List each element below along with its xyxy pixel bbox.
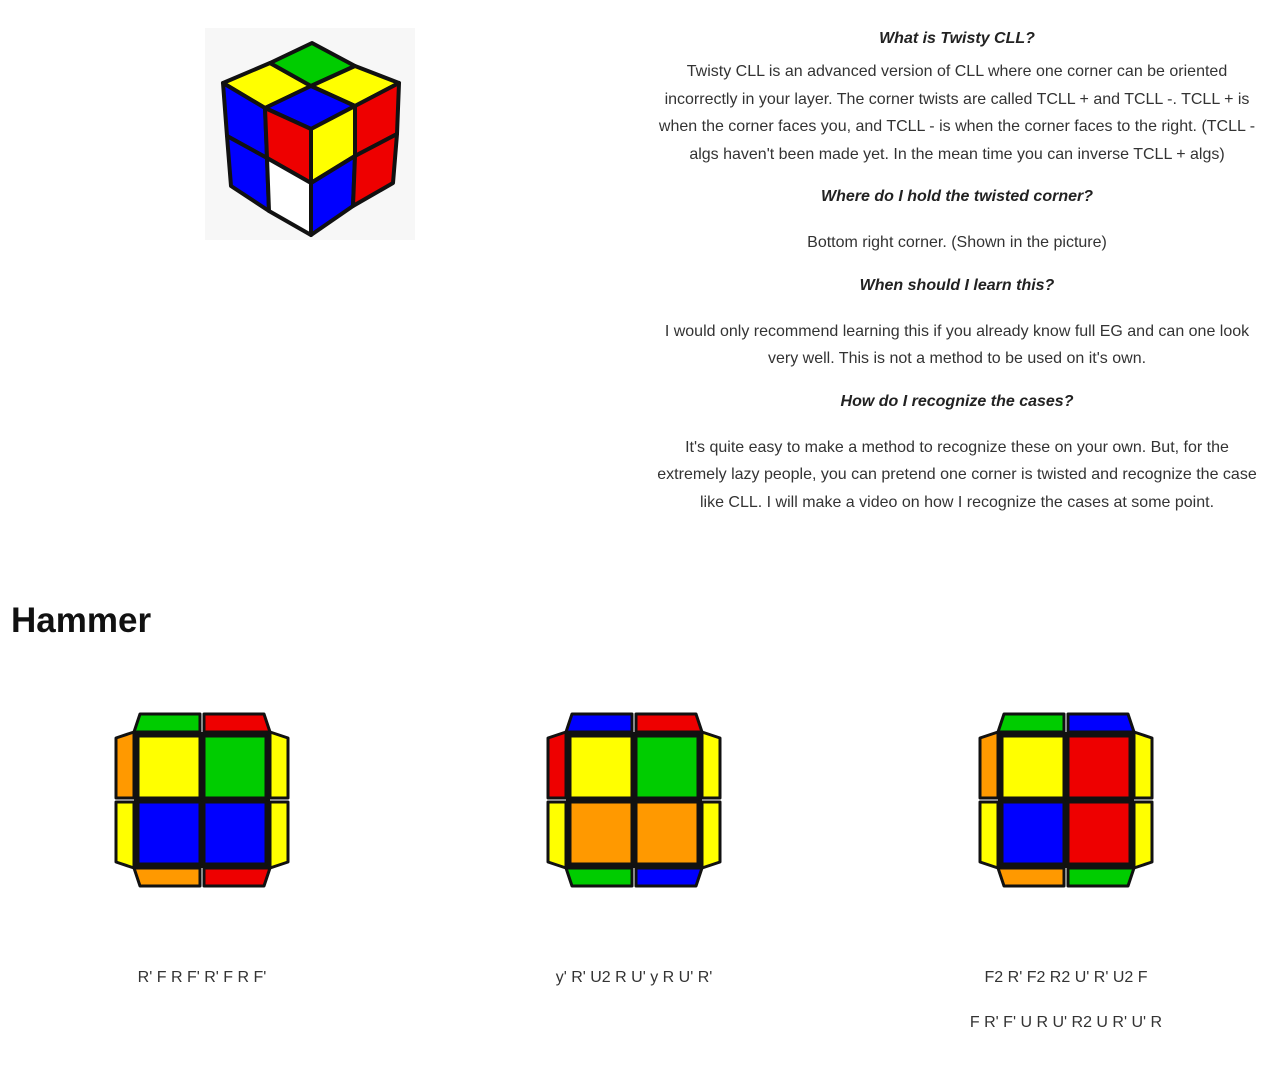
back-sticker	[132, 712, 202, 734]
left-sticker	[978, 730, 1000, 800]
faq-answer: Bottom right corner. (Shown in the pictu…	[807, 234, 1107, 251]
right-sticker	[1132, 800, 1154, 870]
top-sticker	[1000, 800, 1066, 866]
top-sticker	[568, 800, 634, 866]
case-card: R' F R F' R' F R F'	[0, 712, 412, 988]
top-sticker	[568, 734, 634, 800]
case-algorithm-alt: F R' F' U R U' R2 U R' U' R	[969, 1014, 1163, 1031]
back-sticker	[1066, 712, 1136, 734]
front-sticker	[634, 866, 704, 888]
top-sticker	[1000, 734, 1066, 800]
right-sticker	[268, 800, 290, 870]
right-sticker	[1132, 730, 1154, 800]
case-card: F2 R' F2 R2 U' R' U2 F F R' F' U R U' R2…	[856, 712, 1276, 1033]
case-diagram	[114, 712, 290, 888]
front-sticker	[132, 866, 202, 888]
faq-answer: Twisty CLL is an advanced version of CLL…	[658, 63, 1256, 163]
faq-question: When should I learn this?	[859, 276, 1055, 294]
left-sticker	[114, 800, 136, 870]
top-sticker	[1066, 734, 1132, 800]
front-sticker	[202, 866, 272, 888]
right-sticker	[700, 730, 722, 800]
top-sticker	[1066, 800, 1132, 866]
top-sticker	[634, 800, 700, 866]
case-diagram	[546, 712, 722, 888]
twisted-corner-cube-image	[205, 28, 415, 240]
faq-question: What is Twisty CLL?	[879, 30, 1035, 47]
faq-answer: I would only recommend learning this if …	[664, 322, 1250, 368]
case-algorithm: F2 R' F2 R2 U' R' U2 F	[984, 969, 1148, 986]
top-sticker	[202, 800, 268, 866]
case-card: y' R' U2 R U' y R U' R'	[424, 712, 844, 988]
case-algorithm: R' F R F' R' F R F'	[137, 969, 267, 986]
front-sticker	[1066, 866, 1136, 888]
top-sticker	[634, 734, 700, 800]
front-sticker	[564, 866, 634, 888]
front-sticker	[996, 866, 1066, 888]
left-sticker	[978, 800, 1000, 870]
right-sticker	[700, 800, 722, 870]
top-sticker	[136, 800, 202, 866]
back-sticker	[202, 712, 272, 734]
top-sticker	[136, 734, 202, 800]
faq-section: What is Twisty CLL? Twisty CLL is an adv…	[656, 27, 1258, 516]
left-sticker	[114, 730, 136, 800]
section-title: Hammer	[11, 601, 152, 640]
left-sticker	[546, 800, 568, 870]
top-sticker	[202, 734, 268, 800]
case-algorithm: y' R' U2 R U' y R U' R'	[555, 969, 713, 986]
left-sticker	[546, 730, 568, 800]
faq-answer: It's quite easy to make a method to reco…	[657, 438, 1257, 511]
back-sticker	[564, 712, 634, 734]
back-sticker	[634, 712, 704, 734]
faq-question: How do I recognize the cases?	[840, 392, 1074, 410]
right-sticker	[268, 730, 290, 800]
back-sticker	[996, 712, 1066, 734]
case-diagram	[978, 712, 1154, 888]
faq-question: Where do I hold the twisted corner?	[820, 188, 1093, 205]
